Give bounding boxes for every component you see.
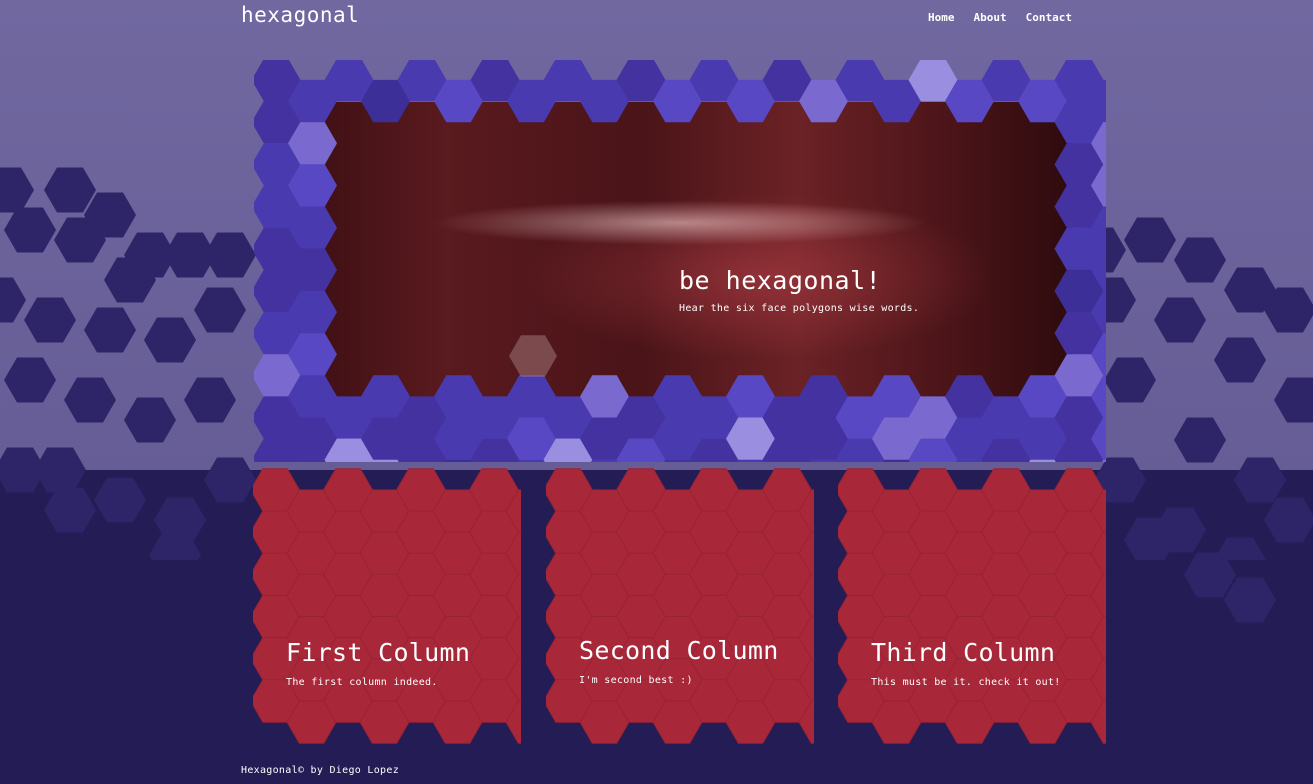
column-text: Third Column This must be it. check it o…	[871, 638, 1061, 688]
hero-banner: be hexagonal! Hear the six face polygons…	[254, 60, 1106, 462]
background-hex	[0, 447, 46, 493]
background-hex	[1124, 217, 1176, 263]
background-hex	[1174, 417, 1226, 463]
background-hex	[44, 167, 96, 213]
column-text: First Column The first column indeed.	[286, 638, 470, 688]
background-hex	[4, 207, 56, 253]
column-hex-grid	[546, 468, 814, 744]
background-hex	[124, 397, 176, 443]
nav-home-link[interactable]: Home	[928, 11, 955, 24]
column-title: First Column	[286, 638, 471, 667]
column-description: This must be it. check it out!	[871, 677, 1061, 688]
column-second: Second Column I'm second best :)	[546, 468, 814, 744]
background-hex	[1154, 297, 1206, 343]
background-hex	[194, 287, 246, 333]
background-hex	[1274, 377, 1313, 423]
background-hex	[4, 357, 56, 403]
background-hex	[204, 232, 256, 278]
background-hex	[1174, 237, 1226, 283]
column-description: The first column indeed.	[286, 677, 438, 688]
hero-text: be hexagonal! Hear the six face polygons…	[679, 266, 919, 314]
background-hex	[44, 487, 96, 533]
background-hex	[1104, 357, 1156, 403]
site-logo[interactable]: hexagonal	[241, 3, 359, 27]
column-first: First Column The first column indeed.	[253, 468, 521, 744]
background-hex	[64, 377, 116, 423]
background-hex	[24, 297, 76, 343]
footer-credit: Hexagonal© by Diego Lopez	[241, 765, 400, 776]
background-hex	[1214, 337, 1266, 383]
background-hex	[0, 277, 26, 323]
nav-contact-link[interactable]: Contact	[1026, 11, 1072, 24]
column-third: Third Column This must be it. check it o…	[838, 468, 1106, 744]
background-hex	[204, 457, 256, 503]
main-nav: Home About Contact	[928, 11, 1072, 24]
background-hex	[1264, 497, 1313, 543]
column-description: I'm second best :)	[579, 675, 693, 686]
background-hex	[1234, 457, 1286, 503]
column-title: Third Column	[871, 638, 1056, 667]
column-text: Second Column I'm second best :)	[579, 636, 779, 686]
background-hex	[94, 477, 146, 523]
background-hex	[0, 167, 34, 213]
column-hex-grid	[838, 468, 1106, 744]
background-hex	[184, 377, 236, 423]
hero-title: be hexagonal!	[679, 266, 882, 295]
column-hex-grid	[253, 468, 521, 744]
decor-hex	[509, 335, 557, 377]
top-navigation: hexagonal Home About Contact	[0, 0, 1313, 40]
column-title: Second Column	[579, 636, 779, 665]
background-hex	[144, 317, 196, 363]
hero-hex-frame	[254, 60, 1106, 462]
hero-subtitle: Hear the six face polygons wise words.	[679, 303, 920, 314]
nav-about-link[interactable]: About	[974, 11, 1007, 24]
background-hex	[84, 307, 136, 353]
